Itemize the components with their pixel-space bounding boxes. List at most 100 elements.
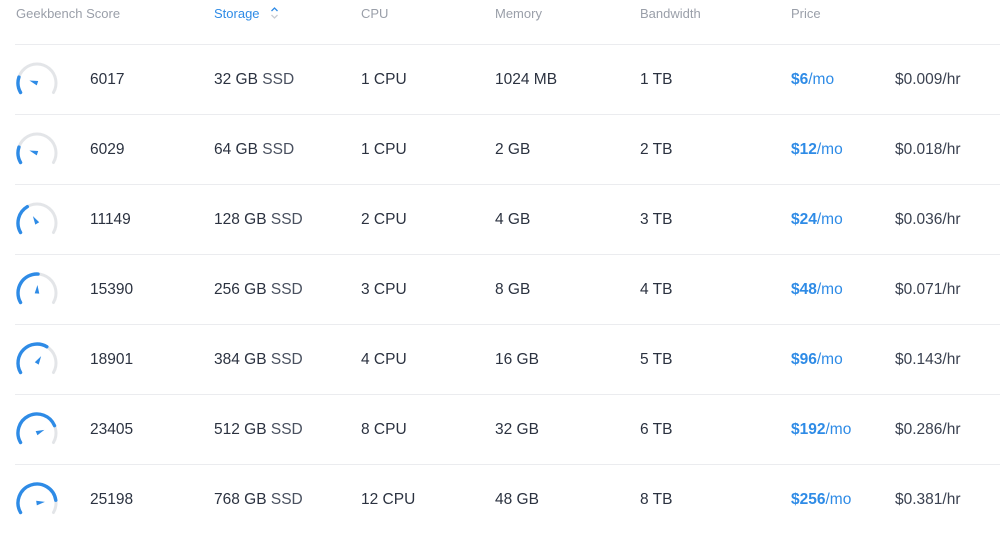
cpu-count: 12 CPU	[361, 491, 416, 508]
monthly-price[interactable]: $96/mo	[791, 351, 843, 369]
monthly-price[interactable]: $256/mo	[791, 491, 851, 509]
bandwidth: 6 TB	[640, 421, 673, 438]
memory: 48 GB	[495, 491, 539, 508]
storage-size: 64 GB	[214, 141, 258, 158]
bandwidth: 5 TB	[640, 351, 673, 368]
gauge-fill	[16, 75, 23, 95]
monthly-price-unit: /mo	[816, 351, 843, 368]
speedometer-gauge-icon	[16, 132, 58, 165]
gauge-fill	[16, 145, 23, 165]
column-header-geekbench-score[interactable]: Geekbench Score	[16, 6, 120, 21]
monthly-price-unit: /mo	[816, 141, 843, 158]
speedometer-gauge-icon	[16, 272, 58, 305]
cpu-count: 2 CPU	[361, 211, 407, 228]
monthly-price-amount: $96	[791, 351, 817, 368]
table-row[interactable]: 6017 32 GB SSD 1 CPU 1024 MB 1 TB $6/mo …	[15, 45, 1000, 115]
monthly-price-unit: /mo	[825, 421, 852, 438]
monthly-price[interactable]: $6/mo	[791, 71, 834, 89]
table-row[interactable]: 18901 384 GB SSD 4 CPU 16 GB 5 TB $96/mo…	[15, 325, 1000, 395]
gauge-track	[16, 62, 58, 94]
memory: 8 GB	[495, 281, 531, 298]
gauge-needle	[29, 80, 39, 86]
storage: 64 GB SSD	[214, 141, 294, 159]
gauge-needle	[34, 356, 42, 365]
geekbench-score: 23405	[90, 421, 134, 438]
speedometer-gauge-icon	[16, 482, 58, 515]
monthly-price-amount: $12	[791, 141, 817, 158]
cpu-count: 8 CPU	[361, 421, 407, 438]
storage-type: SSD	[270, 211, 303, 228]
column-header-memory[interactable]: Memory	[495, 6, 542, 21]
gauge-fill	[16, 412, 57, 445]
geekbench-score: 25198	[90, 491, 134, 508]
storage-type: SSD	[270, 491, 303, 508]
storage: 32 GB SSD	[214, 71, 294, 89]
memory: 2 GB	[495, 141, 531, 158]
gauge-fill	[16, 342, 49, 375]
hourly-price: $0.071/hr	[895, 281, 961, 298]
hourly-price: $0.381/hr	[895, 491, 961, 508]
memory: 16 GB	[495, 351, 539, 368]
gauge-needle	[34, 285, 40, 294]
monthly-price[interactable]: $24/mo	[791, 211, 843, 229]
column-header-cpu[interactable]: CPU	[361, 6, 388, 21]
speedometer-gauge-icon	[16, 342, 58, 375]
storage-size: 256 GB	[214, 281, 267, 298]
column-header-bandwidth[interactable]: Bandwidth	[640, 6, 701, 21]
monthly-price-amount: $48	[791, 281, 817, 298]
monthly-price-amount: $24	[791, 211, 817, 228]
speedometer-gauge-icon	[16, 62, 58, 95]
geekbench-score: 6029	[90, 141, 125, 158]
storage: 768 GB SSD	[214, 491, 303, 509]
table-body: 6017 32 GB SSD 1 CPU 1024 MB 1 TB $6/mo …	[0, 45, 1000, 534]
speedometer-gauge-icon	[16, 202, 58, 235]
hourly-price: $0.009/hr	[895, 71, 961, 88]
gauge-fill	[16, 482, 58, 515]
plans-table: Geekbench Score Storage CPU Memory Bandw…	[0, 0, 1000, 534]
column-header-storage-label: Storage	[214, 6, 260, 21]
storage: 384 GB SSD	[214, 351, 303, 369]
hourly-price: $0.143/hr	[895, 351, 961, 368]
monthly-price-unit: /mo	[808, 71, 835, 88]
table-row[interactable]: 25198 768 GB SSD 12 CPU 48 GB 8 TB $256/…	[15, 465, 1000, 534]
storage-size: 384 GB	[214, 351, 267, 368]
sort-icon[interactable]	[270, 6, 279, 23]
cpu-count: 4 CPU	[361, 351, 407, 368]
geekbench-score: 6017	[90, 71, 125, 88]
monthly-price[interactable]: $48/mo	[791, 281, 843, 299]
storage-type: SSD	[262, 71, 295, 88]
monthly-price-unit: /mo	[825, 491, 852, 508]
gauge-needle	[36, 500, 45, 506]
storage-type: SSD	[270, 421, 303, 438]
storage-size: 768 GB	[214, 491, 267, 508]
gauge-needle	[35, 429, 45, 436]
memory: 4 GB	[495, 211, 531, 228]
bandwidth: 1 TB	[640, 71, 673, 88]
table-row[interactable]: 23405 512 GB SSD 8 CPU 32 GB 6 TB $192/m…	[15, 395, 1000, 465]
column-header-price[interactable]: Price	[791, 6, 821, 21]
storage: 512 GB SSD	[214, 421, 303, 439]
memory: 1024 MB	[495, 71, 558, 88]
geekbench-score: 18901	[90, 351, 134, 368]
storage: 128 GB SSD	[214, 211, 303, 229]
monthly-price[interactable]: $192/mo	[791, 421, 851, 439]
gauge-needle	[29, 150, 39, 156]
memory: 32 GB	[495, 421, 539, 438]
bandwidth: 4 TB	[640, 281, 673, 298]
monthly-price-amount: $6	[791, 71, 809, 88]
storage-type: SSD	[262, 141, 295, 158]
cpu-count: 1 CPU	[361, 71, 407, 88]
table-row[interactable]: 15390 256 GB SSD 3 CPU 8 GB 4 TB $48/mo …	[15, 255, 1000, 325]
hourly-price: $0.036/hr	[895, 211, 961, 228]
monthly-price-unit: /mo	[816, 281, 843, 298]
geekbench-score: 15390	[90, 281, 134, 298]
column-header-storage[interactable]: Storage	[214, 6, 279, 23]
table-row[interactable]: 11149 128 GB SSD 2 CPU 4 GB 3 TB $24/mo …	[15, 185, 1000, 255]
monthly-price[interactable]: $12/mo	[791, 141, 843, 159]
storage-type: SSD	[270, 351, 303, 368]
gauge-fill	[16, 204, 29, 235]
table-row[interactable]: 6029 64 GB SSD 1 CPU 2 GB 2 TB $12/mo $0…	[15, 115, 1000, 185]
table-header: Geekbench Score Storage CPU Memory Bandw…	[15, 0, 1000, 45]
gauge-needle	[32, 216, 40, 225]
gauge-fill	[16, 272, 40, 305]
